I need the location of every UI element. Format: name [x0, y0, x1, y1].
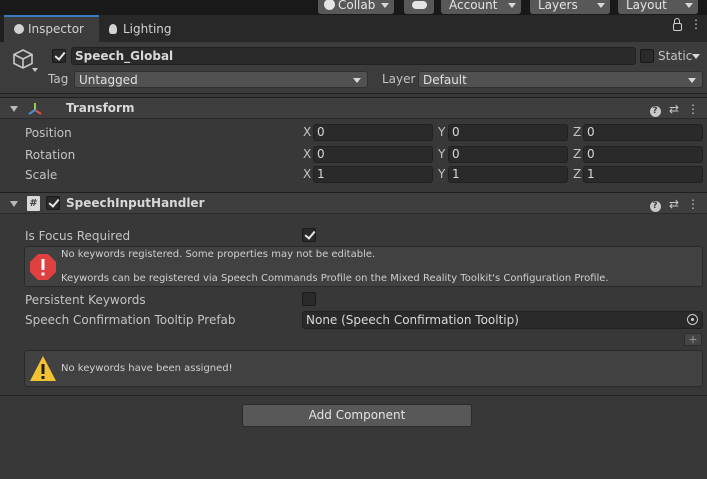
- position-y-field[interactable]: 0: [448, 124, 568, 141]
- lock-icon[interactable]: [673, 18, 682, 31]
- collab-caret-icon: [381, 3, 389, 8]
- cloud-icon: [412, 1, 427, 9]
- focus-required-label: Is Focus Required: [25, 229, 131, 243]
- layer-caret-icon: [688, 78, 696, 83]
- layers-dropdown[interactable]: Layers: [530, 0, 610, 14]
- speech-handler-title: SpeechInputHandler: [66, 196, 205, 210]
- gameobject-cube-icon: [12, 48, 34, 73]
- scale-y-field[interactable]: 1: [448, 166, 568, 183]
- rotation-x-label: X: [303, 147, 312, 161]
- script-icon: #: [27, 196, 40, 211]
- rotation-y-label: Y: [438, 147, 446, 161]
- speech-preset-icon[interactable]: ⇄: [667, 197, 681, 211]
- error-message-line2: Keywords can be registered via Speech Co…: [61, 273, 609, 284]
- position-z-field[interactable]: 0: [583, 124, 703, 141]
- speech-help-icon[interactable]: ?: [648, 197, 662, 212]
- icon-dropdown-caret-icon[interactable]: [32, 68, 38, 72]
- rotation-label: Rotation: [25, 148, 76, 162]
- tab-inspector-label: Inspector: [28, 22, 84, 36]
- static-caret-icon[interactable]: [692, 54, 700, 59]
- tooltip-prefab-field[interactable]: None (Speech Confirmation Tooltip): [302, 311, 703, 329]
- object-picker-icon[interactable]: [687, 314, 698, 325]
- component-menu-icon[interactable]: ⋮: [686, 102, 700, 116]
- layers-caret-icon: [597, 3, 605, 8]
- speech-handler-foldout-icon[interactable]: [10, 201, 18, 207]
- transform-foldout-icon[interactable]: [10, 106, 18, 112]
- tab-menu-icon[interactable]: ⋮: [690, 18, 702, 34]
- persistent-keywords-checkbox[interactable]: [302, 292, 316, 306]
- tab-lighting-label: Lighting: [123, 22, 172, 36]
- top-toolbar: Collab Account Layers Layout: [0, 0, 707, 15]
- error-message-line1: No keywords registered. Some properties …: [61, 249, 376, 260]
- position-x-label: X: [303, 125, 312, 139]
- info-icon: [14, 23, 24, 34]
- account-label: Account: [449, 0, 498, 12]
- speech-handler-enabled-checkbox[interactable]: [46, 196, 60, 210]
- account-caret-icon: [508, 3, 516, 8]
- scale-x-label: X: [303, 167, 312, 181]
- layout-dropdown[interactable]: Layout: [618, 0, 698, 14]
- cloud-button[interactable]: [404, 0, 434, 14]
- gameobject-active-checkbox[interactable]: [52, 49, 66, 63]
- tooltip-prefab-value: None (Speech Confirmation Tooltip): [306, 313, 519, 327]
- scale-x-field[interactable]: 1: [313, 166, 433, 183]
- static-checkbox[interactable]: [640, 49, 654, 63]
- gameobject-header: Speech_Global Static Tag Untagged Layer …: [0, 42, 707, 94]
- tag-dropdown[interactable]: Untagged: [74, 71, 368, 88]
- static-label: Static: [658, 49, 693, 63]
- error-icon: [29, 253, 57, 284]
- warning-icon: [29, 355, 57, 386]
- error-helpbox: No keywords registered. Some properties …: [24, 246, 703, 287]
- persistent-keywords-label: Persistent Keywords: [25, 293, 146, 307]
- add-keyword-button[interactable]: +: [684, 333, 702, 346]
- collab-label: Collab: [338, 0, 376, 12]
- collab-check-icon: [324, 0, 335, 10]
- layers-label: Layers: [538, 0, 578, 12]
- components-divider: [0, 395, 707, 396]
- warning-message: No keywords have been assigned!: [61, 363, 233, 374]
- gameobject-name-field[interactable]: Speech_Global: [71, 47, 636, 65]
- warning-helpbox: No keywords have been assigned!: [24, 350, 703, 387]
- rotation-z-label: Z: [573, 147, 582, 161]
- layer-label: Layer: [382, 72, 416, 86]
- help-icon[interactable]: ?: [648, 102, 662, 117]
- position-y-label: Y: [438, 125, 446, 139]
- transform-header[interactable]: Transform ? ⇄ ⋮: [0, 97, 707, 119]
- transform-axis-icon: [27, 101, 43, 120]
- preset-icon[interactable]: ⇄: [667, 102, 681, 116]
- collab-button[interactable]: Collab: [318, 0, 394, 14]
- scale-z-field[interactable]: 1: [583, 166, 703, 183]
- layout-caret-icon: [685, 3, 693, 8]
- transform-title: Transform: [66, 101, 135, 115]
- rotation-y-field[interactable]: 0: [448, 146, 568, 163]
- rotation-x-field[interactable]: 0: [313, 146, 433, 163]
- scale-label: Scale: [25, 168, 58, 182]
- position-x-field[interactable]: 0: [313, 124, 433, 141]
- tooltip-prefab-label: Speech Confirmation Tooltip Prefab: [25, 313, 236, 327]
- tag-caret-icon: [353, 78, 361, 83]
- position-label: Position: [25, 126, 72, 140]
- tab-bar: Inspector Lighting ⋮: [0, 15, 707, 42]
- add-component-button[interactable]: Add Component: [242, 404, 472, 427]
- tab-inspector[interactable]: Inspector: [4, 15, 99, 42]
- rotation-z-field[interactable]: 0: [583, 146, 703, 163]
- tag-label: Tag: [48, 72, 69, 86]
- tag-value: Untagged: [79, 73, 138, 87]
- left-panel-edge: [0, 15, 4, 45]
- scale-y-label: Y: [438, 167, 446, 181]
- tab-lighting[interactable]: Lighting: [105, 15, 190, 42]
- focus-required-checkbox[interactable]: [302, 228, 316, 242]
- account-dropdown[interactable]: Account: [441, 0, 521, 14]
- layout-label: Layout: [626, 0, 667, 12]
- lightbulb-icon: [109, 23, 117, 34]
- speech-handler-header[interactable]: # SpeechInputHandler ? ⇄ ⋮: [0, 192, 707, 214]
- layer-dropdown[interactable]: Default: [418, 71, 703, 88]
- speech-component-menu-icon[interactable]: ⋮: [686, 197, 700, 211]
- scale-z-label: Z: [573, 167, 582, 181]
- position-z-label: Z: [573, 125, 582, 139]
- add-keyword-label: +: [688, 333, 698, 346]
- layer-value: Default: [423, 73, 467, 87]
